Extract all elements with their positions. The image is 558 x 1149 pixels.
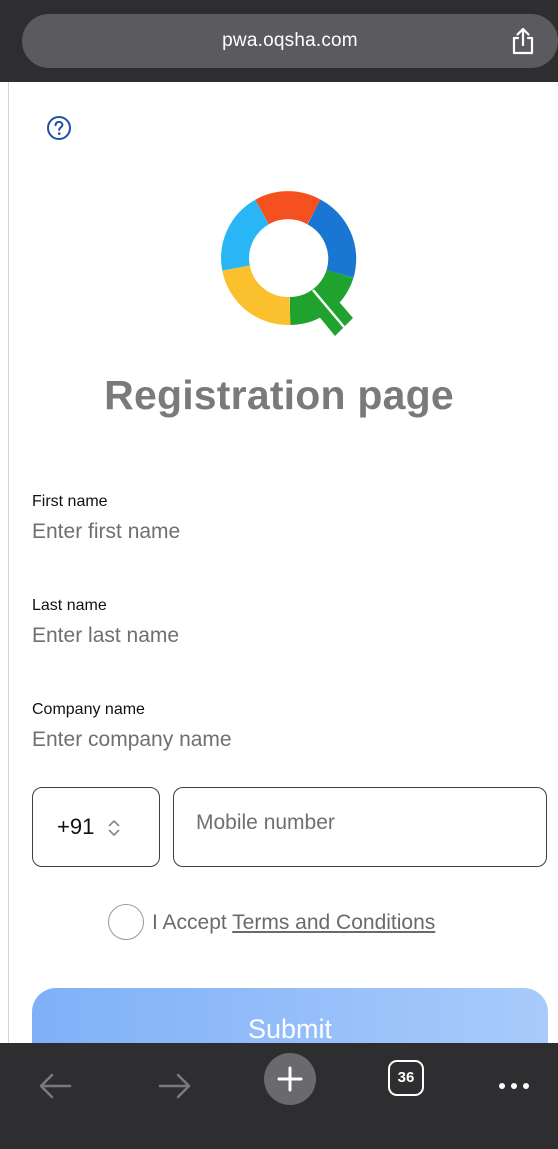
more-dots-icon[interactable]	[486, 1053, 542, 1109]
company-name-field: Company name	[32, 700, 532, 754]
first-name-label: First name	[32, 493, 108, 510]
browser-window: pwa.oqsha.com Registration page First na…	[0, 0, 558, 1149]
question-circle-icon[interactable]	[46, 115, 72, 141]
terms-and-conditions-link[interactable]: Terms and Conditions	[232, 911, 435, 934]
browser-top-bar: pwa.oqsha.com	[0, 0, 558, 82]
chevron-up-down-icon	[108, 820, 120, 836]
mobile-number-field[interactable]	[173, 787, 547, 867]
country-code-value: +91	[57, 814, 95, 839]
accept-prefix: I Accept	[152, 911, 233, 934]
back-arrow-icon[interactable]	[30, 1053, 86, 1109]
accept-terms-checkbox[interactable]	[108, 904, 144, 940]
plus-icon	[277, 1066, 303, 1092]
forward-arrow-icon[interactable]	[146, 1053, 202, 1109]
tab-count-button[interactable]: 36	[388, 1060, 424, 1096]
last-name-input[interactable]	[32, 622, 522, 650]
page-title: Registration page	[104, 372, 454, 418]
address-bar[interactable]: pwa.oqsha.com	[22, 14, 558, 68]
last-name-label: Last name	[32, 597, 107, 614]
company-name-label: Company name	[32, 701, 145, 718]
browser-bottom-toolbar: 36	[0, 1043, 558, 1149]
share-icon[interactable]	[508, 26, 538, 56]
oqsha-logo	[221, 191, 357, 336]
country-code-select[interactable]: +91	[32, 787, 160, 867]
mobile-number-input[interactable]	[196, 808, 526, 838]
accept-terms-text: I Accept Terms and Conditions	[152, 904, 435, 942]
last-name-field: Last name	[32, 596, 532, 650]
url-text: pwa.oqsha.com	[222, 30, 358, 51]
page-left-edge	[8, 82, 9, 1044]
company-name-input[interactable]	[32, 726, 522, 754]
first-name-input[interactable]	[32, 518, 522, 546]
first-name-field: First name	[32, 492, 532, 546]
submit-label: Submit	[247, 1014, 333, 1044]
new-tab-button[interactable]	[264, 1053, 316, 1105]
